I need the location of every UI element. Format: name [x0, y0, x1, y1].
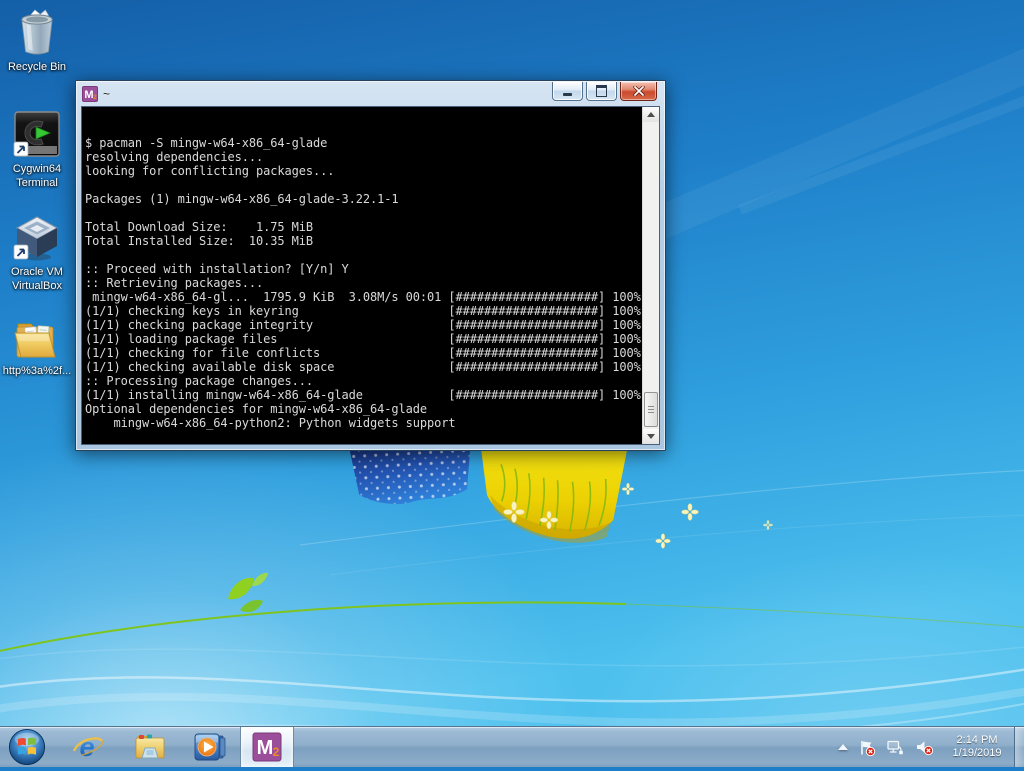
chevron-up-icon — [838, 744, 848, 750]
terminal-line: (1/1) installing mingw-w64-x86_64-glade … — [85, 388, 642, 402]
desktop-icon-cygwin64-terminal[interactable]: Cygwin64 Terminal — [1, 110, 73, 190]
terminal-line: :: Proceed with installation? [Y/n] Y — [85, 262, 642, 276]
virtualbox-cube-icon — [12, 213, 62, 263]
windows-explorer-button[interactable] — [128, 727, 172, 767]
terminal-scrollbar[interactable] — [642, 107, 659, 444]
arrow-up-icon — [647, 112, 655, 117]
maximize-icon — [596, 85, 607, 97]
terminal-scrollback: $ pacman -S mingw-w64-x86_64-gladeresolv… — [85, 136, 642, 444]
tray-date: 1/19/2019 — [946, 747, 1008, 760]
recycle-bin-icon — [12, 6, 62, 58]
terminal-line: resolving dependencies... — [85, 150, 642, 164]
network-icon — [886, 739, 905, 756]
windows-orb-icon — [7, 728, 47, 766]
terminal-line: (1/1) checking available disk space [###… — [85, 360, 642, 374]
clock[interactable]: 2:14 PM 1/19/2019 — [944, 734, 1010, 760]
cygwin-terminal-icon — [12, 110, 62, 160]
terminal-line — [85, 206, 642, 220]
minimize-icon — [563, 93, 572, 96]
terminal-output[interactable]: $ pacman -S mingw-w64-x86_64-gladeresolv… — [85, 108, 642, 444]
terminal-line — [85, 430, 642, 444]
desktop-icon-recycle-bin[interactable]: Recycle Bin — [1, 6, 73, 74]
media-player-icon — [193, 731, 227, 763]
action-center-button[interactable] — [858, 739, 876, 756]
volume-button[interactable] — [915, 739, 934, 756]
terminal-line — [85, 248, 642, 262]
svg-text:e: e — [79, 732, 94, 762]
internet-explorer-button[interactable]: e — [66, 727, 110, 767]
terminal-line: Total Installed Size: 10.35 MiB — [85, 234, 642, 248]
tray-time: 2:14 PM — [946, 734, 1008, 747]
scroll-up-button[interactable] — [643, 107, 659, 122]
window-controls — [552, 82, 657, 101]
action-center-flag-icon — [858, 739, 876, 756]
desktop-icon-label: Cygwin64 Terminal — [1, 162, 73, 190]
msys2-taskbar-button[interactable]: M 2 — [240, 727, 294, 767]
system-tray: 2:14 PM 1/19/2019 — [838, 727, 1010, 767]
desktop-icon-virtualbox[interactable]: Oracle VM VirtualBox — [1, 213, 73, 293]
close-icon — [633, 86, 645, 96]
terminal-line: mingw-w64-x86_64-gl... 1795.9 KiB 3.08M/… — [85, 290, 642, 304]
terminal-line: Total Download Size: 1.75 MiB — [85, 220, 642, 234]
terminal-line: $ pacman -S mingw-w64-x86_64-glade — [85, 136, 642, 150]
arrow-down-icon — [647, 434, 655, 439]
terminal-line: Optional dependencies for mingw-w64-x86_… — [85, 402, 642, 416]
show-desktop-button[interactable] — [1014, 727, 1024, 767]
folder-icon — [12, 314, 62, 362]
scrollbar-thumb[interactable] — [644, 392, 658, 427]
desktop-icon-label: http%3a%2f... — [3, 364, 72, 378]
close-button[interactable] — [620, 82, 657, 101]
svg-text:M: M — [257, 737, 274, 759]
thumb-grip-icon — [648, 406, 654, 414]
show-hidden-icons-button[interactable] — [838, 744, 848, 750]
terminal-line: :: Processing package changes... — [85, 374, 642, 388]
ie-e-icon: e — [72, 731, 104, 763]
title-bar[interactable]: M 2 ~ — [76, 81, 665, 106]
terminal-client-area: $ pacman -S mingw-w64-x86_64-gladeresolv… — [81, 106, 660, 445]
explorer-folder-icon — [133, 732, 167, 762]
terminal-line — [85, 178, 642, 192]
maximize-button[interactable] — [586, 82, 617, 101]
msys2-window-icon[interactable]: M 2 — [82, 86, 98, 102]
terminal-line: (1/1) loading package files [###########… — [85, 332, 642, 346]
taskbar: e — [0, 726, 1024, 767]
terminal-line: (1/1) checking keys in keyring [########… — [85, 304, 642, 318]
desktop-icon-label: Oracle VM VirtualBox — [1, 265, 73, 293]
minimize-button[interactable] — [552, 82, 583, 101]
desktop-icon-download-folder[interactable]: http%3a%2f... — [1, 314, 73, 378]
terminal-line: looking for conflicting packages... — [85, 164, 642, 178]
terminal-line: (1/1) checking for file conflicts [#####… — [85, 346, 642, 360]
network-status-button[interactable] — [886, 739, 905, 756]
terminal-line: Packages (1) mingw-w64-x86_64-glade-3.22… — [85, 192, 642, 206]
terminal-window: M 2 ~ $ pacman -S mingw-w64-x86_64-glade… — [75, 80, 666, 451]
svg-text:2: 2 — [273, 745, 280, 759]
desktop-icon-label: Recycle Bin — [8, 60, 66, 74]
media-player-button[interactable] — [188, 727, 232, 767]
window-title: ~ — [103, 87, 110, 101]
terminal-line: mingw-w64-x86_64-python2: Python widgets… — [85, 416, 642, 430]
volume-muted-icon — [915, 739, 934, 756]
terminal-line: :: Retrieving packages... — [85, 276, 642, 290]
msys2-logo-icon: M 2 — [252, 732, 282, 762]
terminal-line: (1/1) checking package integrity [######… — [85, 318, 642, 332]
start-button[interactable] — [7, 728, 47, 766]
desktop: Recycle Bin Cygwin64 Terminal — [0, 0, 1024, 727]
scroll-down-button[interactable] — [643, 429, 659, 444]
svg-text:2: 2 — [93, 94, 97, 101]
